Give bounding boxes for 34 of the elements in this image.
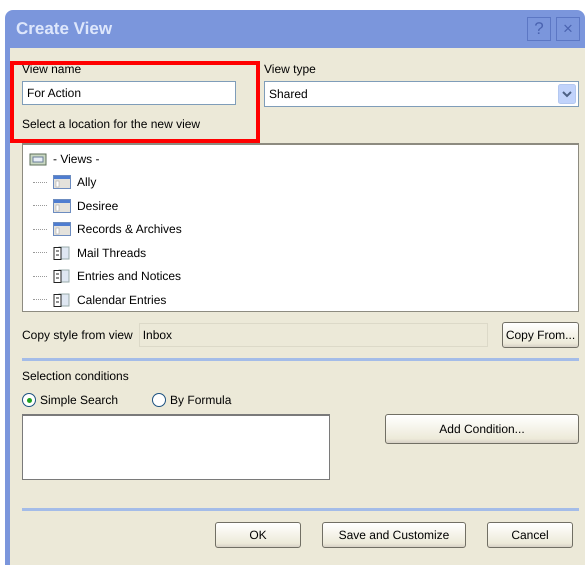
radio-button[interactable] [152, 393, 166, 407]
dialog-button[interactable]: Cancel [487, 522, 573, 548]
radio-label[interactable]: By Formula [170, 393, 232, 407]
document-icon [53, 269, 71, 284]
table-view-icon [53, 222, 71, 236]
field-label: Select a location for the new view [22, 117, 202, 131]
chevron-down-icon [558, 84, 576, 104]
radio-button[interactable] [22, 393, 36, 407]
field-label: View type [264, 62, 317, 76]
window-title: Create View [16, 19, 114, 39]
copy-style-field[interactable]: Inbox [138, 323, 488, 347]
tree-item[interactable]: - Views - [53, 152, 100, 166]
conditions-box[interactable] [22, 414, 330, 480]
field-label: View name [22, 62, 82, 76]
table-view-icon [53, 175, 71, 190]
views-folder-icon [29, 152, 47, 166]
add-condition-button[interactable]: Add Condition... [385, 414, 579, 444]
tree-item[interactable]: Mail Threads [77, 246, 146, 260]
tree-item[interactable]: Records & Archives [77, 222, 182, 236]
table-view-icon [53, 198, 71, 213]
dialog-button[interactable]: Save and Customize [322, 522, 466, 548]
tree-item[interactable]: Calendar Entries [77, 292, 166, 307]
dialog-button[interactable]: OK [215, 522, 301, 548]
tree-item[interactable]: Desiree [77, 198, 118, 213]
section-label: Selection conditions [22, 369, 130, 383]
view-type-dropdown[interactable]: Shared [264, 81, 579, 107]
document-icon [53, 246, 71, 260]
view-name-field[interactable]: For Action [22, 81, 236, 105]
radio-label[interactable]: Simple Search [40, 393, 118, 407]
tree-item[interactable]: Ally [77, 175, 96, 190]
copy-from-button[interactable]: Copy From... [502, 322, 579, 348]
field-label: Copy style from view [22, 328, 133, 342]
document-icon [53, 292, 71, 307]
tree-item[interactable]: Entries and Notices [77, 269, 182, 284]
